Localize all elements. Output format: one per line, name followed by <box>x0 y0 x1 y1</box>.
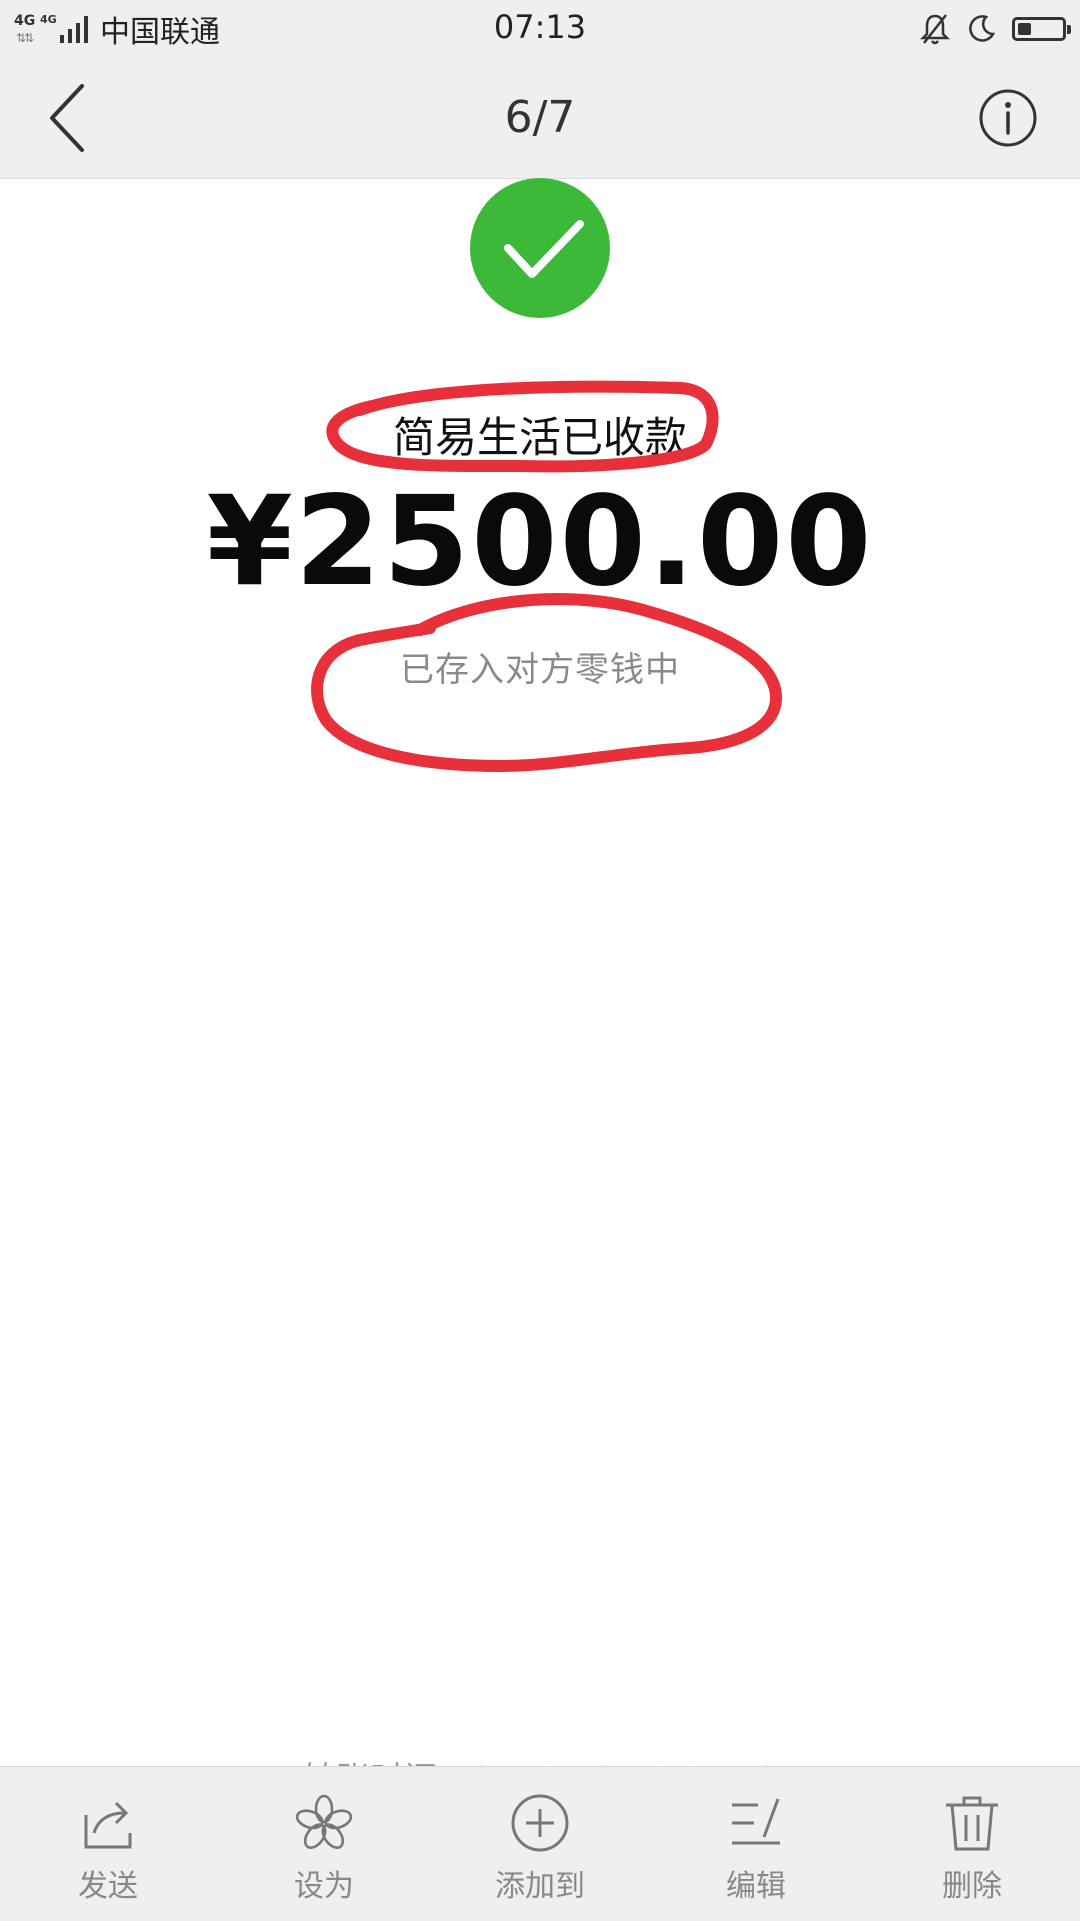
set-as-label: 设为 <box>294 1869 354 1904</box>
moon-icon <box>969 15 996 42</box>
info-icon[interactable] <box>978 88 1038 148</box>
delete-label: 删除 <box>942 1869 1002 1904</box>
trash-icon <box>946 1796 998 1851</box>
edit-icon <box>732 1798 780 1845</box>
send-button[interactable]: 发送 <box>28 1767 188 1921</box>
bottom-toolbar: 发送 设为 添加到 编辑 删除 <box>0 1766 1080 1921</box>
battery-fill <box>1018 23 1031 35</box>
checkmark-icon <box>504 220 584 278</box>
bell-muted-icon <box>920 14 950 45</box>
flower-icon <box>295 1794 353 1849</box>
status-right <box>920 8 1071 50</box>
top-nav: 6/7 <box>0 58 1080 179</box>
battery-icon <box>1012 17 1071 41</box>
add-to-button[interactable]: 添加到 <box>460 1767 620 1921</box>
amount: ¥2500.00 <box>206 470 874 614</box>
success-check-icon <box>470 178 610 318</box>
deposit-status: 已存入对方零钱中 <box>400 650 680 690</box>
send-label: 发送 <box>78 1869 138 1904</box>
add-to-label: 添加到 <box>495 1869 585 1904</box>
delete-button[interactable]: 删除 <box>892 1767 1052 1921</box>
set-as-button[interactable]: 设为 <box>244 1767 404 1921</box>
image-counter: 6/7 <box>504 92 576 143</box>
status-time: 07:13 <box>493 8 587 46</box>
status-bar: 4G 4G ⇅⇅ 中国联通 07:13 <box>0 0 1080 58</box>
share-icon <box>84 1801 132 1849</box>
add-circle-icon <box>511 1794 569 1852</box>
edit-button[interactable]: 编辑 <box>676 1767 836 1921</box>
edit-label: 编辑 <box>726 1869 786 1904</box>
payee-status: 简易生活已收款 <box>392 413 687 462</box>
